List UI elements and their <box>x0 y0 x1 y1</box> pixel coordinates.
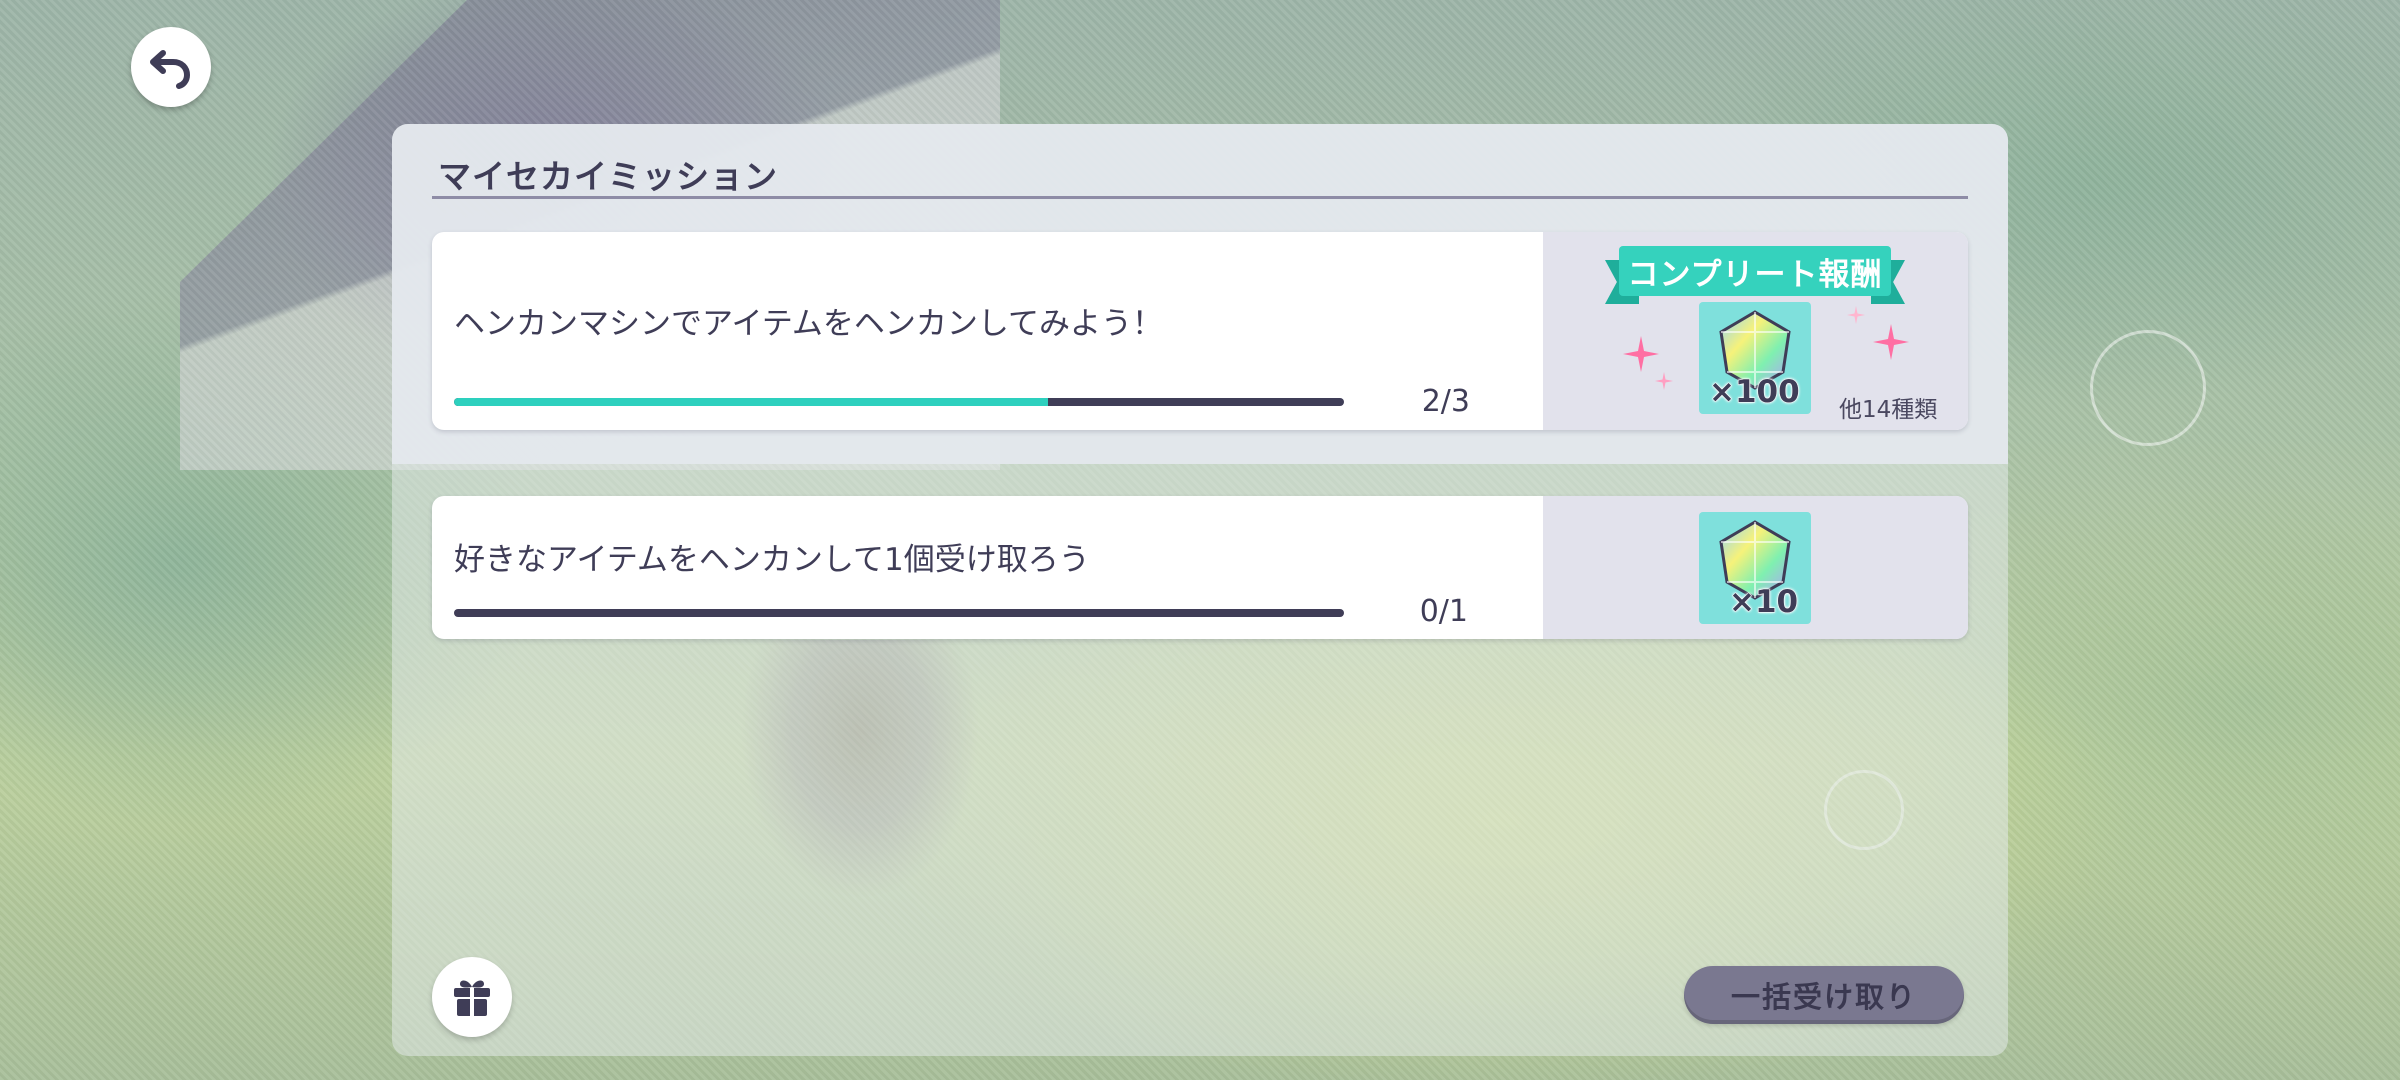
banner-ribbon: コンプリート報酬 <box>1619 246 1891 296</box>
complete-reward-banner: コンプリート報酬 <box>1605 246 1905 304</box>
gift-icon <box>454 980 490 1016</box>
mission-card[interactable]: 好きなアイテムをヘンカンして1個受け取ろう 0/1 ×10 <box>432 496 1968 639</box>
mission-progress-bar <box>454 398 1344 406</box>
reward-quantity: ×10 <box>1728 584 1799 621</box>
claim-all-button[interactable]: 一括受け取り <box>1684 966 1964 1024</box>
mission-text: ヘンカンマシンでアイテムをヘンカンしてみよう！ <box>454 306 1163 342</box>
mission-card[interactable]: ヘンカンマシンでアイテムをヘンカンしてみよう！ 2/3 コンプリート報酬 ×10… <box>432 232 1968 430</box>
back-arrow-icon <box>150 50 191 89</box>
sparkle-icon <box>1873 324 1909 360</box>
mission-reward[interactable]: ×10 <box>1543 496 1968 639</box>
sparkle-icon <box>1847 306 1865 324</box>
sparkle-icon <box>1655 372 1673 390</box>
gift-button[interactable] <box>432 957 512 1037</box>
mission-progress-count: 2/3 <box>1421 384 1470 419</box>
title-divider <box>432 196 1968 199</box>
sparkle-icon <box>1623 336 1659 372</box>
back-button[interactable] <box>131 27 211 107</box>
reward-quantity: ×100 <box>1709 374 1801 411</box>
panel-title: マイセカイミッション <box>438 157 778 196</box>
mission-progress-fill <box>454 398 1048 406</box>
background-ring <box>2090 330 2206 446</box>
mission-progress-bar <box>454 609 1344 617</box>
banner-label: コンプリート報酬 <box>1627 256 1883 293</box>
mission-reward[interactable]: コンプリート報酬 ×100 他14種類 <box>1543 232 1968 430</box>
mission-progress-count: 0/1 <box>1419 594 1468 629</box>
reward-others-label: 他14種類 <box>1839 397 1938 423</box>
mission-text: 好きなアイテムをヘンカンして1個受け取ろう <box>454 542 1090 578</box>
